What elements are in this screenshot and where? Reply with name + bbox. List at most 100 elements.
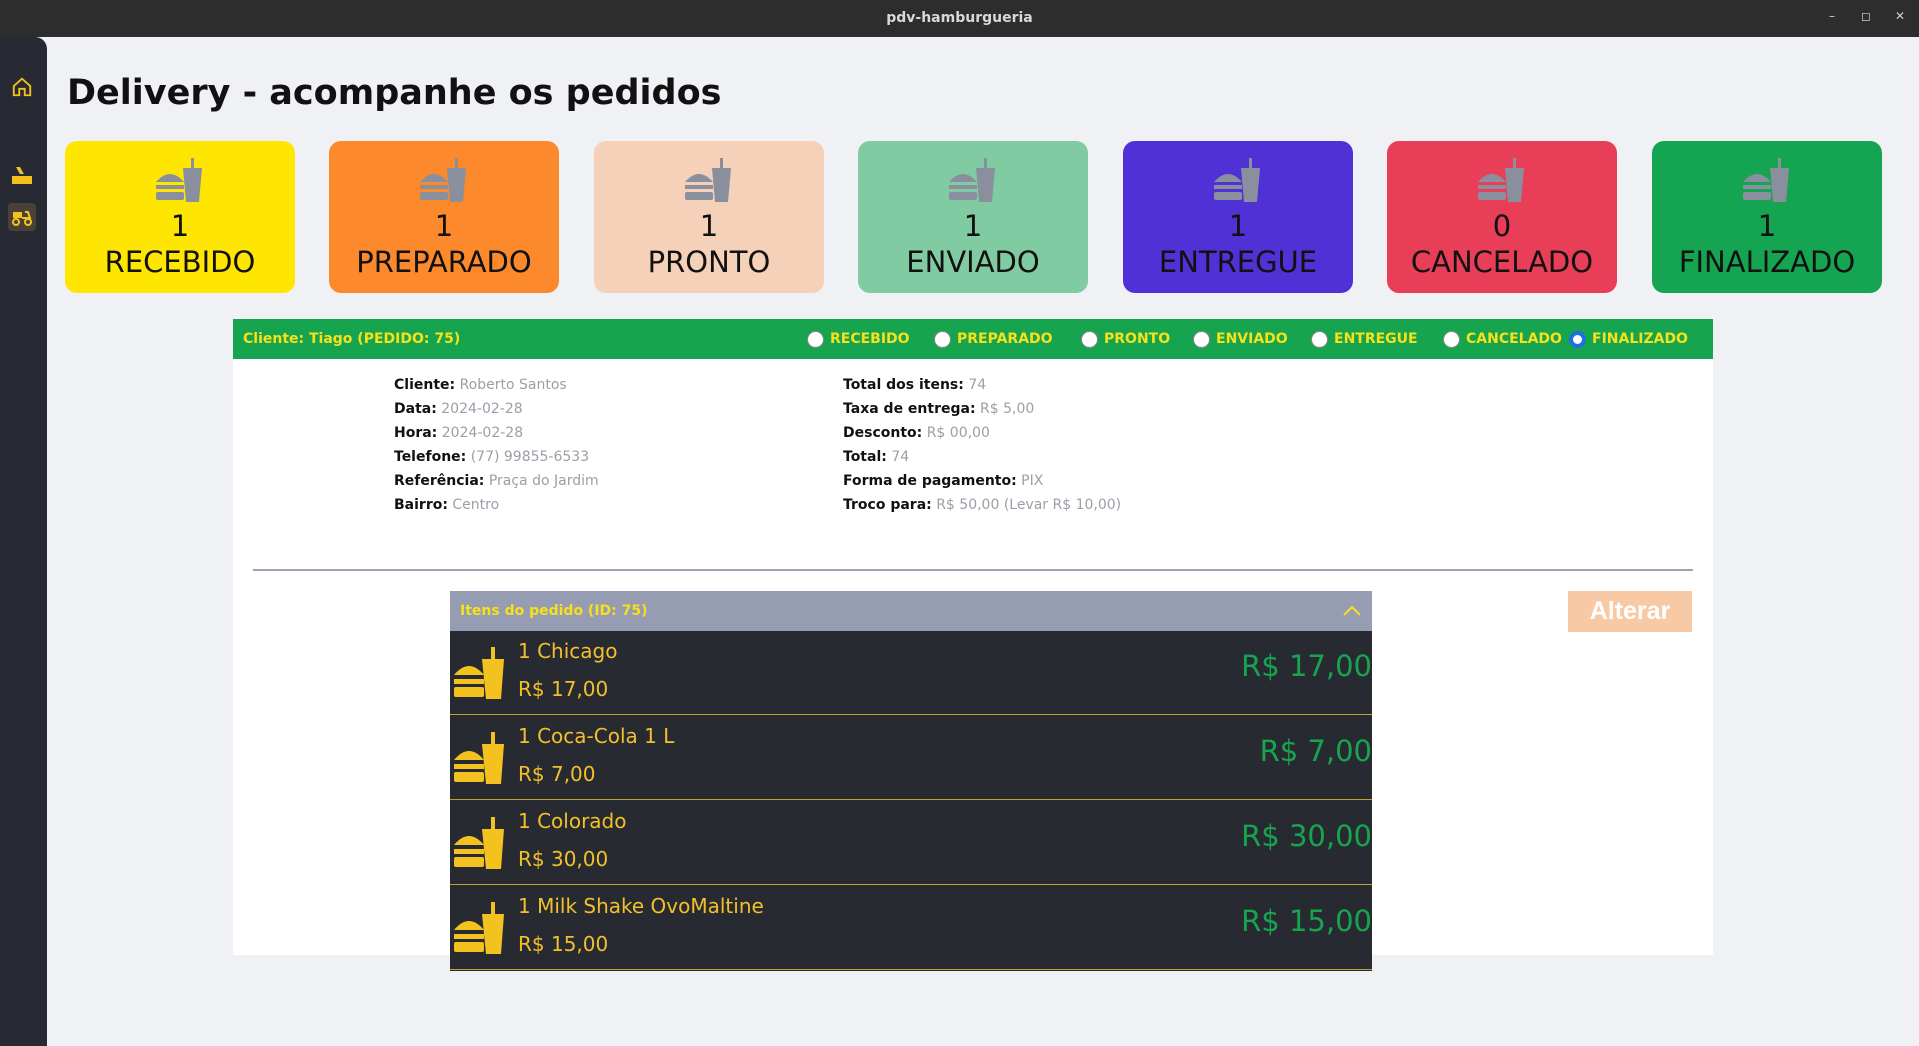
item-total: R$ 17,00 (1241, 649, 1372, 683)
radio-label: CANCELADO (1466, 331, 1562, 347)
order-header: Cliente: Tiago (PEDIDO: 75) RECEBIDO PRE… (233, 319, 1713, 359)
status-radio-enviado[interactable]: ENVIADO (1193, 329, 1288, 349)
status-radio-cancelado[interactable]: CANCELADO (1443, 329, 1562, 349)
order-info-left: Cliente: Roberto Santos Data: 2024-02-28… (394, 373, 599, 517)
radio-label: ENVIADO (1216, 331, 1288, 347)
burger-drink-icon (1743, 158, 1789, 202)
info-row-referencia: Referência: Praça do Jardim (394, 473, 599, 489)
card-label: PRONTO (647, 245, 771, 279)
status-radio-pronto[interactable]: PRONTO (1081, 329, 1170, 349)
burger-drink-icon (454, 902, 504, 954)
info-row-desconto: Desconto: R$ 00,00 (843, 425, 990, 441)
order-items-list: Itens do pedido (ID: 75) 1 Chicago R$ 17… (450, 591, 1372, 971)
status-radio-recebido[interactable]: RECEBIDO (807, 329, 910, 349)
radio-button[interactable] (1311, 330, 1328, 348)
sidebar (0, 37, 47, 1046)
radio-label: FINALIZADO (1592, 331, 1688, 347)
list-item[interactable]: 1 Coca-Cola 1 L R$ 7,00 R$ 7,00 (450, 716, 1372, 800)
card-finalizado[interactable]: 1 FINALIZADO (1652, 141, 1882, 293)
radio-button[interactable] (934, 330, 951, 348)
card-count: 0 (1492, 209, 1512, 243)
divider (253, 569, 1693, 571)
radio-button[interactable] (1443, 330, 1460, 348)
card-pronto[interactable]: 1 PRONTO (594, 141, 824, 293)
item-name: 1 Colorado (518, 809, 627, 833)
item-name: 1 Milk Shake OvoMaltine (518, 894, 764, 918)
card-count: 1 (699, 209, 719, 243)
radio-label: PRONTO (1104, 331, 1171, 347)
info-row-bairro: Bairro: Centro (394, 497, 500, 513)
close-button[interactable]: ✕ (1890, 9, 1910, 23)
item-name: 1 Coca-Cola 1 L (518, 724, 675, 748)
card-entregue[interactable]: 1 ENTREGUE (1123, 141, 1353, 293)
burger-drink-icon (949, 158, 995, 202)
burger-drink-icon (1214, 158, 1260, 202)
list-item[interactable]: 1 Chicago R$ 17,00 R$ 17,00 (450, 631, 1372, 715)
items-title: Itens do pedido (ID: 75) (460, 603, 648, 619)
burger-drink-icon (454, 732, 504, 784)
order-info-right: Total dos itens: 74 Taxa de entrega: R$ … (843, 373, 1121, 517)
burger-drink-icon (1478, 158, 1524, 202)
alterar-button[interactable]: Alterar (1568, 591, 1692, 632)
burger-drink-icon (454, 647, 504, 699)
items-header[interactable]: Itens do pedido (ID: 75) (450, 591, 1372, 631)
card-label: CANCELADO (1410, 245, 1594, 279)
card-label: FINALIZADO (1678, 245, 1856, 279)
item-name: 1 Chicago (518, 639, 618, 663)
delivery-icon[interactable] (8, 203, 36, 231)
radio-label: RECEBIDO (830, 331, 910, 347)
radio-button[interactable] (1081, 330, 1098, 348)
list-item[interactable]: 1 Milk Shake OvoMaltine R$ 15,00 R$ 15,0… (450, 886, 1372, 970)
page-title: Delivery - acompanhe os pedidos (67, 73, 722, 113)
info-row-troco: Troco para: R$ 50,00 (Levar R$ 10,00) (843, 497, 1122, 513)
radio-button[interactable] (807, 330, 824, 348)
order-panel: Cliente: Tiago (PEDIDO: 75) RECEBIDO PRE… (233, 319, 1713, 971)
minimize-button[interactable]: – (1822, 9, 1842, 23)
window-title: pdv-hamburgueria (886, 10, 1033, 26)
card-cancelado[interactable]: 0 CANCELADO (1387, 141, 1617, 293)
card-count: 1 (1757, 209, 1777, 243)
list-item[interactable]: 1 Colorado R$ 30,00 R$ 30,00 (450, 801, 1372, 885)
orders-icon[interactable] (8, 161, 36, 189)
info-row-total: Total: 74 (843, 449, 910, 465)
info-row-cliente: Cliente: Roberto Santos (394, 377, 567, 393)
card-count: 1 (434, 209, 454, 243)
info-row-forma-pagamento: Forma de pagamento: PIX (843, 473, 1044, 489)
item-unit-price: R$ 30,00 (518, 847, 609, 871)
main-content: Delivery - acompanhe os pedidos 1 RECEBI… (47, 37, 1919, 1046)
item-total: R$ 30,00 (1241, 819, 1372, 853)
card-label: PREPARADO (356, 245, 532, 279)
card-enviado[interactable]: 1 ENVIADO (858, 141, 1088, 293)
card-count: 1 (963, 209, 983, 243)
window-titlebar: pdv-hamburgueria – ◻ ✕ (0, 0, 1919, 37)
radio-label: PREPARADO (957, 331, 1053, 347)
order-client-title: Cliente: Tiago (PEDIDO: 75) (243, 331, 461, 347)
radio-button-selected[interactable] (1569, 330, 1586, 348)
item-total: R$ 7,00 (1259, 734, 1372, 768)
card-count: 1 (170, 209, 190, 243)
item-total: R$ 15,00 (1241, 904, 1372, 938)
info-row-data: Data: 2024-02-28 (394, 401, 523, 417)
card-label: RECEBIDO (104, 245, 256, 279)
card-label: ENTREGUE (1158, 245, 1318, 279)
item-unit-price: R$ 17,00 (518, 677, 609, 701)
radio-button[interactable] (1193, 330, 1210, 348)
info-row-hora: Hora: 2024-02-28 (394, 425, 524, 441)
info-row-taxa-entrega: Taxa de entrega: R$ 5,00 (843, 401, 1035, 417)
card-recebido[interactable]: 1 RECEBIDO (65, 141, 295, 293)
status-radio-finalizado[interactable]: FINALIZADO (1569, 329, 1688, 349)
status-radio-entregue[interactable]: ENTREGUE (1311, 329, 1418, 349)
info-row-total-itens: Total dos itens: 74 (843, 377, 987, 393)
chevron-up-icon[interactable] (1340, 599, 1364, 623)
card-count: 1 (1228, 209, 1248, 243)
maximize-button[interactable]: ◻ (1856, 9, 1876, 23)
card-preparado[interactable]: 1 PREPARADO (329, 141, 559, 293)
info-row-telefone: Telefone: (77) 99855-6533 (394, 449, 590, 465)
card-label: ENVIADO (906, 245, 1040, 279)
status-radio-preparado[interactable]: PREPARADO (934, 329, 1053, 349)
home-icon[interactable] (8, 73, 36, 101)
burger-drink-icon (454, 817, 504, 869)
item-unit-price: R$ 15,00 (518, 932, 609, 956)
radio-label: ENTREGUE (1334, 331, 1418, 347)
item-unit-price: R$ 7,00 (518, 762, 596, 786)
